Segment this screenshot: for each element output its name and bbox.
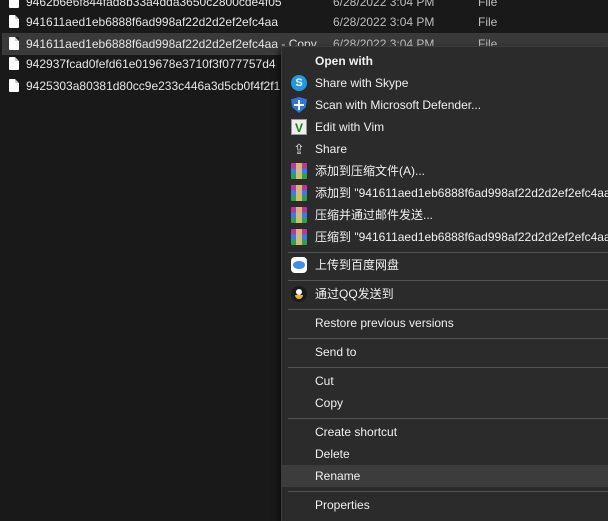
- menu-item-open-with[interactable]: Open with: [282, 50, 608, 72]
- menu-item-label: Restore previous versions: [315, 316, 454, 330]
- menu-separator: [288, 309, 608, 310]
- menu-separator: [288, 491, 608, 492]
- menu-item-label: Cut: [315, 374, 334, 388]
- file-icon: [9, 15, 19, 28]
- menu-item-scan-defender[interactable]: Scan with Microsoft Defender...: [282, 94, 608, 116]
- file-icon: [9, 79, 19, 92]
- menu-item-delete[interactable]: Delete: [282, 443, 608, 465]
- menu-item-restore-previous-versions[interactable]: Restore previous versions: [282, 312, 608, 334]
- file-type: File: [478, 15, 498, 29]
- menu-item-label: 通过QQ发送到: [315, 287, 394, 301]
- menu-item-rename[interactable]: Rename: [282, 465, 608, 487]
- menu-item-properties[interactable]: Properties: [282, 494, 608, 516]
- file-name: 942937fcad0fefd61e019678e3710f3f077757d4: [26, 57, 276, 71]
- menu-item-label: Scan with Microsoft Defender...: [315, 98, 482, 112]
- menu-item-qq-send[interactable]: 通过QQ发送到: [282, 283, 608, 305]
- file-icon: [9, 57, 19, 70]
- menu-separator: [288, 280, 608, 281]
- menu-item-label: 添加到压缩文件(A)...: [315, 164, 425, 178]
- menu-item-label: Create shortcut: [315, 425, 398, 439]
- menu-item-label: Share with Skype: [315, 76, 409, 90]
- menu-item-label: Send to: [315, 345, 357, 359]
- menu-item-compress-to-named-email[interactable]: 压缩到 "941611aed1eb6888f6ad998af22d2d2ef2e…: [282, 226, 608, 248]
- vim-icon: [291, 117, 307, 138]
- context-menu: Open with S Share with Skype Scan with M…: [281, 46, 608, 521]
- menu-item-share-with-skype[interactable]: S Share with Skype: [282, 72, 608, 94]
- menu-item-create-shortcut[interactable]: Create shortcut: [282, 421, 608, 443]
- menu-item-label: 压缩到 "941611aed1eb6888f6ad998af22d2d2ef2e…: [315, 230, 608, 244]
- skype-icon: S: [291, 75, 307, 91]
- file-icon: [9, 37, 19, 50]
- file-name: 941611aed1eb6888f6ad998af22d2d2ef2efc4aa…: [26, 37, 317, 51]
- menu-item-baidu-upload[interactable]: 上传到百度网盘: [282, 254, 608, 276]
- menu-separator: [288, 252, 608, 253]
- menu-separator: [288, 338, 608, 339]
- menu-item-add-to-named-archive[interactable]: 添加到 "941611aed1eb6888f6ad998af22d2d2ef2e…: [282, 182, 608, 204]
- menu-item-label: Rename: [315, 469, 361, 483]
- menu-item-label: 上传到百度网盘: [315, 258, 400, 272]
- menu-item-label: 压缩并通过邮件发送...: [315, 208, 434, 222]
- menu-item-label: Properties: [315, 498, 370, 512]
- menu-item-copy[interactable]: Copy: [282, 392, 608, 414]
- menu-item-add-to-archive[interactable]: 添加到压缩文件(A)...: [282, 160, 608, 182]
- winrar-icon: [291, 185, 307, 201]
- file-row[interactable]: 941611aed1eb6888f6ad998af22d2d2ef2efc4aa…: [0, 11, 608, 33]
- menu-separator: [288, 418, 608, 419]
- file-name: 9425303a80381d80cc9e233c446a3d5cb0f4f2f1: [26, 79, 281, 93]
- menu-item-cut[interactable]: Cut: [282, 370, 608, 392]
- winrar-icon: [291, 207, 307, 223]
- menu-item-label: Edit with Vim: [315, 120, 385, 134]
- defender-shield-icon: [291, 97, 307, 113]
- menu-item-edit-with-vim[interactable]: Edit with Vim: [282, 116, 608, 138]
- share-icon: ⇪: [293, 141, 305, 157]
- menu-item-label: 添加到 "941611aed1eb6888f6ad998af22d2d2ef2e…: [315, 186, 608, 200]
- winrar-icon: [291, 163, 307, 179]
- menu-item-label: Open with: [315, 54, 373, 68]
- menu-item-label: Delete: [315, 447, 350, 461]
- winrar-icon: [291, 229, 307, 245]
- file-date: 6/28/2022 3:04 PM: [333, 15, 435, 29]
- file-name: 941611aed1eb6888f6ad998af22d2d2ef2efc4aa: [26, 15, 279, 29]
- menu-item-send-to[interactable]: Send to: [282, 341, 608, 363]
- menu-item-label: Share: [315, 142, 348, 156]
- qq-penguin-icon: [291, 286, 307, 302]
- menu-item-share[interactable]: ⇪ Share: [282, 138, 608, 160]
- baidu-netdisk-icon: [291, 257, 307, 273]
- file-icon: [9, 0, 19, 8]
- menu-item-compress-and-email[interactable]: 压缩并通过邮件发送...: [282, 204, 608, 226]
- menu-item-label: Copy: [315, 396, 344, 410]
- menu-separator: [288, 367, 608, 368]
